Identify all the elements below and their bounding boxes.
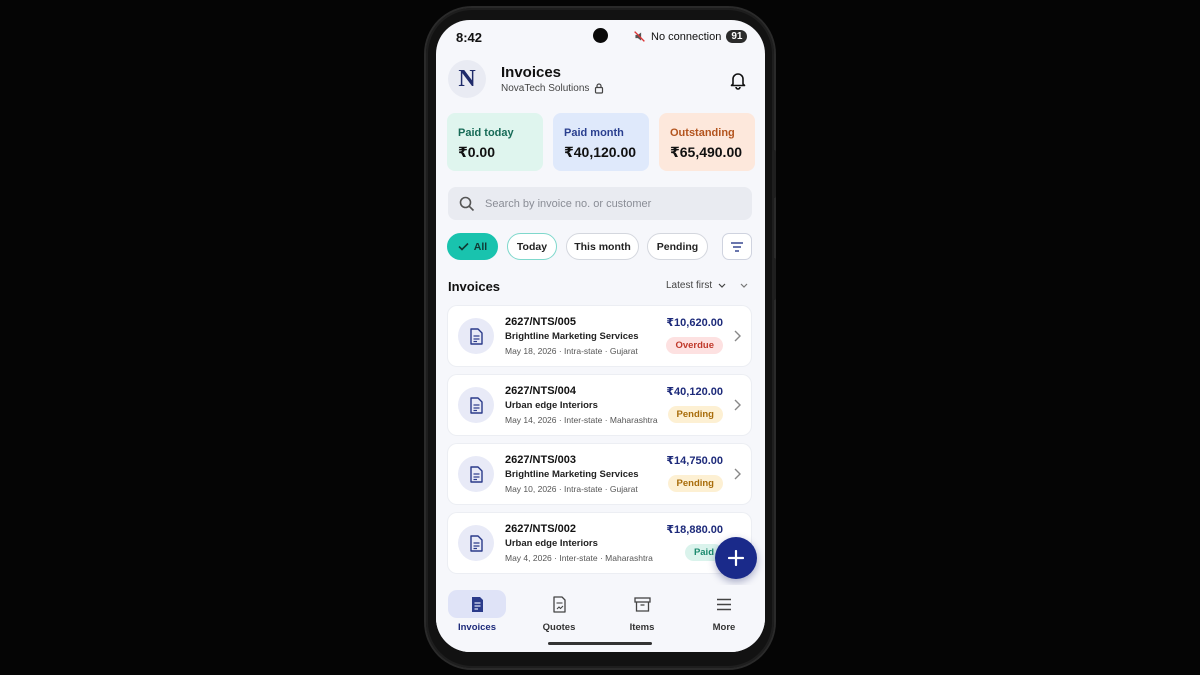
battery-level: 91: [726, 30, 748, 43]
invoice-amount: ₹10,620.00: [666, 317, 723, 329]
filter-chip-label: Pending: [656, 240, 699, 253]
filter-chip-pending[interactable]: Pending: [647, 233, 708, 260]
chevron-right-icon: [734, 330, 741, 342]
add-invoice-button[interactable]: [715, 537, 757, 579]
invoice-customer: Urban edge Interiors: [505, 400, 598, 411]
search-bar[interactable]: [448, 187, 752, 220]
chevron-down-icon: [718, 283, 726, 288]
connection-text: No connection: [651, 30, 722, 43]
invoice-customer: Urban edge Interiors: [505, 538, 598, 549]
box-icon: [633, 597, 651, 612]
invoice-meta: May 18, 2026 · Intra-state · Gujarat: [505, 346, 638, 356]
nav-item-quotes[interactable]: Quotes: [528, 590, 590, 636]
summary-value: ₹0.00: [458, 144, 495, 160]
power-button: [772, 150, 776, 198]
summary-card-paid-month[interactable]: Paid month ₹40,120.00: [553, 113, 649, 171]
summary-value: ₹65,490.00: [670, 144, 743, 160]
chevron-right-icon: [734, 468, 741, 480]
filter-chip-this-month[interactable]: This month: [566, 233, 639, 260]
invoice-meta: May 4, 2026 · Inter-state · Maharashtra: [505, 553, 653, 563]
nav-label: Quotes: [542, 622, 576, 633]
nav-label: More: [712, 622, 736, 633]
nav-icon-wrap: [695, 590, 753, 618]
invoice-meta: May 14, 2026 · Inter-state · Maharashtra: [505, 415, 658, 425]
invoice-amount: ₹18,880.00: [666, 524, 723, 536]
chevron-right-icon: [734, 399, 741, 411]
search-input[interactable]: [483, 196, 747, 211]
page-title: Invoices: [501, 64, 562, 81]
summary-label: Paid month: [564, 127, 624, 139]
chevron-down-icon: [740, 283, 748, 288]
invoice-number: 2627/NTS/005: [505, 316, 576, 328]
summary-label: Paid today: [458, 127, 514, 139]
invoice-icon-wrap: [458, 456, 494, 492]
summary-card-paid-today[interactable]: Paid today ₹0.00: [447, 113, 543, 171]
filter-button[interactable]: [722, 233, 752, 260]
home-indicator[interactable]: [548, 642, 652, 645]
nav-icon-wrap: [530, 590, 588, 618]
bell-icon[interactable]: [728, 70, 748, 90]
filter-chip-today[interactable]: Today: [507, 233, 557, 260]
nav-icon-wrap: [448, 590, 506, 618]
quote-icon: [552, 595, 566, 613]
sort-label: Latest first: [666, 280, 713, 291]
nav-label: Invoices: [457, 622, 497, 633]
menu-icon: [717, 598, 731, 610]
invoice-row[interactable]: 2627/NTS/003 Brightline Marketing Servic…: [448, 444, 751, 504]
sort-dropdown[interactable]: Latest first: [666, 280, 748, 291]
filter-icon: [731, 241, 743, 252]
nav-label: Items: [629, 622, 655, 633]
status-badge: Pending: [667, 475, 723, 492]
summary-label: Outstanding: [670, 127, 735, 139]
invoice-amount: ₹14,750.00: [666, 455, 723, 467]
document-icon: [470, 465, 483, 483]
nav-item-invoices[interactable]: Invoices: [446, 590, 508, 636]
list-title: Invoices: [448, 279, 501, 294]
mute-icon: [634, 31, 645, 42]
app-screen: 8:42 No connection 91 N Invoices NovaTec…: [436, 20, 765, 652]
status-badge: Pending: [667, 406, 723, 423]
invoice-number: 2627/NTS/004: [505, 385, 576, 397]
invoice-icon: [471, 596, 483, 612]
document-icon: [470, 327, 483, 345]
search-icon: [459, 196, 475, 211]
summary-card-outstanding[interactable]: Outstanding ₹65,490.00: [659, 113, 755, 171]
nav-icon-wrap: [613, 590, 671, 618]
company-logo[interactable]: N: [448, 60, 486, 98]
front-camera: [593, 28, 608, 43]
nav-item-more[interactable]: More: [693, 590, 755, 636]
filter-chip-label: This month: [574, 240, 631, 253]
status-time: 8:42: [456, 30, 483, 45]
nav-item-items[interactable]: Items: [611, 590, 673, 636]
invoice-customer: Brightline Marketing Services: [505, 331, 639, 342]
invoice-amount: ₹40,120.00: [666, 386, 723, 398]
logo-letter: N: [458, 65, 476, 92]
check-icon: [458, 242, 469, 251]
volume-button: [772, 258, 776, 300]
document-icon: [470, 396, 483, 414]
invoice-icon-wrap: [458, 318, 494, 354]
status-connection: No connection 91: [633, 30, 748, 43]
invoice-meta: May 10, 2026 · Intra-state · Gujarat: [505, 484, 638, 494]
document-icon: [470, 534, 483, 552]
plus-icon: [728, 550, 744, 566]
status-badge: Overdue: [666, 337, 723, 354]
invoice-row[interactable]: 2627/NTS/002 Urban edge Interiors May 4,…: [448, 513, 751, 573]
filter-chip-label: Today: [516, 240, 548, 253]
invoice-row[interactable]: 2627/NTS/004 Urban edge Interiors May 14…: [448, 375, 751, 435]
invoice-number: 2627/NTS/003: [505, 454, 576, 466]
company-name-row[interactable]: NovaTech Solutions: [501, 83, 604, 94]
company-name: NovaTech Solutions: [501, 83, 590, 94]
invoice-customer: Brightline Marketing Services: [505, 469, 639, 480]
lock-icon: [595, 83, 604, 94]
invoice-number: 2627/NTS/002: [505, 523, 576, 535]
summary-value: ₹40,120.00: [564, 144, 637, 160]
filter-chip-label: All: [473, 240, 488, 253]
filter-chip-all[interactable]: All: [447, 233, 498, 260]
invoice-icon-wrap: [458, 387, 494, 423]
invoice-row[interactable]: 2627/NTS/005 Brightline Marketing Servic…: [448, 306, 751, 366]
invoice-icon-wrap: [458, 525, 494, 561]
